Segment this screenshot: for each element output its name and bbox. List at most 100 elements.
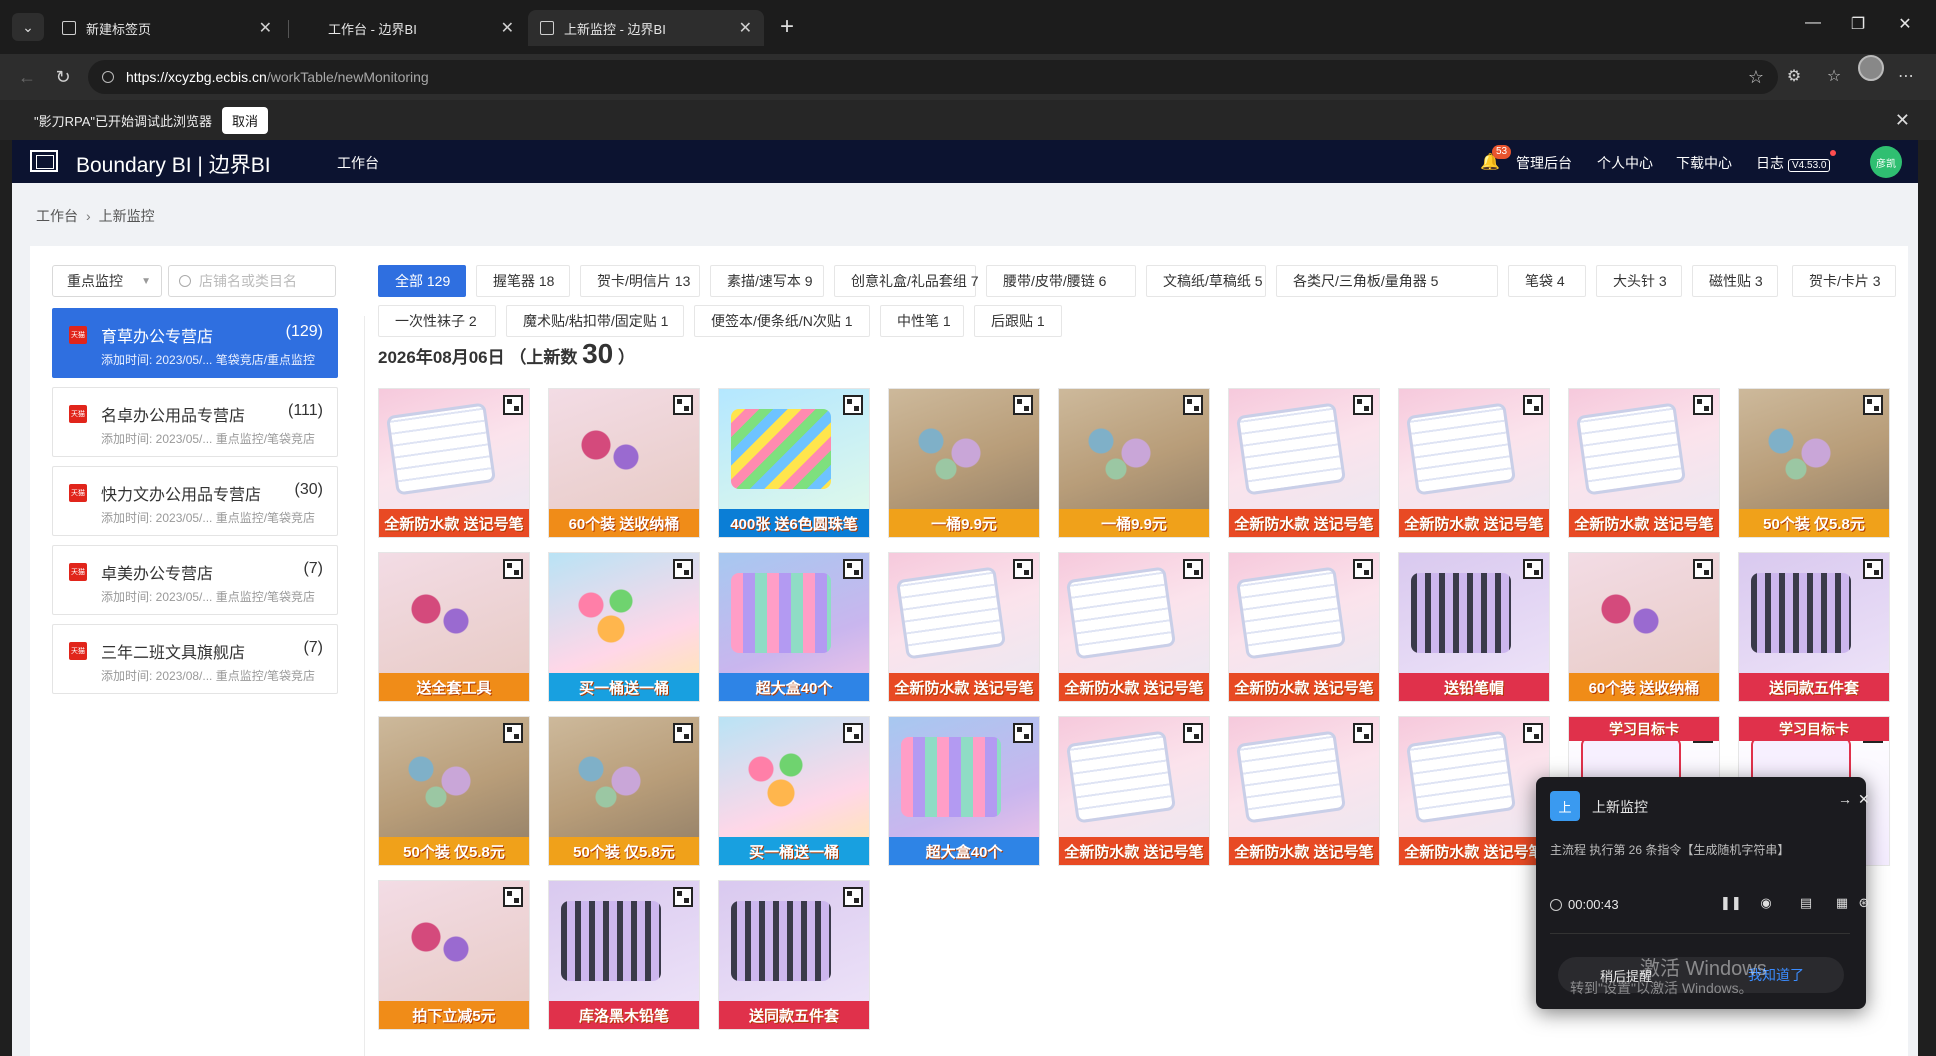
nav-download-center[interactable]: 下载中心 bbox=[1676, 153, 1732, 173]
qr-code-icon[interactable] bbox=[843, 723, 863, 743]
infobar-cancel-button[interactable]: 取消 bbox=[222, 106, 269, 134]
product-card[interactable]: 全新防水款 送记号笔 bbox=[1058, 716, 1210, 866]
category-filter[interactable]: 创意礼盒/礼品套组 7 bbox=[834, 265, 979, 297]
category-filter[interactable]: 文稿纸/草稿纸 5 bbox=[1146, 265, 1266, 297]
bookmark-star-icon[interactable]: ☆ bbox=[1748, 67, 1764, 88]
product-card[interactable]: 全新防水款 送记号笔 bbox=[1228, 388, 1380, 538]
more-menu-icon[interactable]: ⋯ bbox=[1894, 66, 1918, 86]
product-card[interactable]: 全新防水款 送记号笔 bbox=[1058, 552, 1210, 702]
product-card[interactable]: 全新防水款 送记号笔 bbox=[1228, 552, 1380, 702]
qr-code-icon[interactable] bbox=[843, 559, 863, 579]
qr-code-icon[interactable] bbox=[673, 559, 693, 579]
infobar-close-icon[interactable]: ✕ bbox=[1895, 110, 1910, 131]
product-card[interactable]: 400张 送6色圆珠笔 bbox=[718, 388, 870, 538]
qr-code-icon[interactable] bbox=[503, 559, 523, 579]
remind-later-button[interactable]: 稍后提醒 bbox=[1600, 966, 1652, 985]
settings-icon[interactable]: ⊛ bbox=[1854, 895, 1874, 911]
product-card[interactable]: 一桶9.9元 bbox=[888, 388, 1040, 538]
product-card[interactable]: 买一桶送一桶 bbox=[718, 716, 870, 866]
product-card[interactable]: 超大盒40个 bbox=[888, 716, 1040, 866]
qr-code-icon[interactable] bbox=[1183, 723, 1203, 743]
store-search-box[interactable] bbox=[168, 265, 336, 297]
qr-code-icon[interactable] bbox=[1183, 559, 1203, 579]
qr-code-icon[interactable] bbox=[673, 723, 693, 743]
nav-log[interactable]: 日志 V4.53.0 bbox=[1756, 153, 1831, 173]
reload-icon[interactable]: ↻ bbox=[50, 64, 76, 90]
site-info-icon[interactable] bbox=[102, 71, 114, 83]
qr-code-icon[interactable] bbox=[673, 395, 693, 415]
qr-code-icon[interactable] bbox=[1353, 723, 1373, 743]
category-filter[interactable]: 后跟贴 1 bbox=[974, 305, 1062, 337]
store-item[interactable]: 天猫 名卓办公用品专营店 (111) 添加时间: 2023/05/... 重点监控/笔… bbox=[52, 387, 338, 457]
qr-code-icon[interactable] bbox=[843, 395, 863, 415]
qr-code-icon[interactable] bbox=[503, 887, 523, 907]
nav-personal-center[interactable]: 个人中心 bbox=[1597, 153, 1653, 173]
product-card[interactable]: 全新防水款 送记号笔 bbox=[1398, 716, 1550, 866]
qr-code-icon[interactable] bbox=[1013, 559, 1033, 579]
tab-new-monitoring[interactable]: 上新监控 - 边界BI ✕ bbox=[528, 10, 764, 46]
nav-admin[interactable]: 管理后台 bbox=[1516, 153, 1572, 173]
category-filter[interactable]: 大头针 3 bbox=[1596, 265, 1682, 297]
close-icon[interactable]: ✕ bbox=[739, 18, 752, 38]
qr-code-icon[interactable] bbox=[1353, 559, 1373, 579]
arrow-right-icon[interactable]: → bbox=[1838, 791, 1852, 807]
qr-code-icon[interactable] bbox=[1013, 723, 1033, 743]
minimize-icon[interactable]: — bbox=[1798, 14, 1828, 32]
qr-code-icon[interactable] bbox=[1523, 723, 1543, 743]
product-card[interactable]: 全新防水款 送记号笔 bbox=[888, 552, 1040, 702]
favorites-icon[interactable]: ☆ bbox=[1822, 66, 1846, 86]
product-card[interactable]: 50个装 仅5.8元 bbox=[548, 716, 700, 866]
user-avatar[interactable]: 彦凯 bbox=[1870, 146, 1902, 178]
nav-workbench[interactable]: 工作台 bbox=[337, 153, 379, 173]
product-card[interactable]: 全新防水款 送记号笔 bbox=[378, 388, 530, 538]
close-icon[interactable]: ✕ bbox=[1858, 791, 1870, 808]
address-bar[interactable]: https://xcyzbg.ecbis.cn/workTable/newMon… bbox=[88, 60, 1778, 94]
qr-code-icon[interactable] bbox=[843, 887, 863, 907]
product-card[interactable]: 送全套工具 bbox=[378, 552, 530, 702]
store-item[interactable]: 天猫 快力文办公用品专营店 (30) 添加时间: 2023/05/... 重点监控/笔… bbox=[52, 466, 338, 536]
qr-code-icon[interactable] bbox=[1863, 395, 1883, 415]
store-item[interactable]: 天猫 卓美办公专营店 (7) 添加时间: 2023/05/... 重点监控/笔袋竞店 bbox=[52, 545, 338, 615]
extensions-icon[interactable]: ⚙ bbox=[1782, 66, 1806, 86]
product-card[interactable]: 全新防水款 送记号笔 bbox=[1398, 388, 1550, 538]
category-filter[interactable]: 贺卡/卡片 3 bbox=[1792, 265, 1896, 297]
got-it-button[interactable]: 我知道了 bbox=[1748, 965, 1804, 985]
category-filter[interactable]: 握笔器 18 bbox=[476, 265, 570, 297]
category-filter[interactable]: 笔袋 4 bbox=[1508, 265, 1586, 297]
product-card[interactable]: 一桶9.9元 bbox=[1058, 388, 1210, 538]
qr-code-icon[interactable] bbox=[1693, 559, 1713, 579]
product-card[interactable]: 送同款五件套 bbox=[1738, 552, 1890, 702]
qr-code-icon[interactable] bbox=[1183, 395, 1203, 415]
qr-code-icon[interactable] bbox=[1523, 395, 1543, 415]
pause-icon[interactable]: ❚❚ bbox=[1720, 895, 1742, 911]
category-filter[interactable]: 便签本/便条纸/N次贴 1 bbox=[694, 305, 870, 337]
product-card[interactable]: 库洛黑木铅笔 bbox=[548, 880, 700, 1030]
category-filter[interactable]: 一次性袜子 2 bbox=[378, 305, 496, 337]
qr-code-icon[interactable] bbox=[1863, 559, 1883, 579]
category-filter[interactable]: 贺卡/明信片 13 bbox=[580, 265, 700, 297]
store-item[interactable]: 天猫 三年二班文具旗舰店 (7) 添加时间: 2023/08/... 重点监控/笔袋竞… bbox=[52, 624, 338, 694]
table-icon[interactable]: ▦ bbox=[1832, 895, 1852, 911]
product-card[interactable]: 超大盒40个 bbox=[718, 552, 870, 702]
browser-profile-avatar[interactable] bbox=[1858, 55, 1884, 81]
qr-code-icon[interactable] bbox=[1353, 395, 1373, 415]
qr-code-icon[interactable] bbox=[1013, 395, 1033, 415]
back-arrow-icon[interactable]: ← bbox=[14, 64, 40, 90]
qr-code-icon[interactable] bbox=[503, 395, 523, 415]
product-card[interactable]: 50个装 仅5.8元 bbox=[1738, 388, 1890, 538]
window-close-icon[interactable]: ✕ bbox=[1890, 14, 1920, 34]
category-filter[interactable]: 腰带/皮带/腰链 6 bbox=[986, 265, 1136, 297]
tab-actions-chevron-icon[interactable]: ⌄ bbox=[12, 13, 44, 41]
product-card[interactable]: 买一桶送一桶 bbox=[548, 552, 700, 702]
category-filter[interactable]: 中性笔 1 bbox=[880, 305, 964, 337]
qr-code-icon[interactable] bbox=[1693, 395, 1713, 415]
stop-icon[interactable]: ◉ bbox=[1756, 895, 1776, 911]
store-search-input[interactable] bbox=[199, 273, 329, 289]
product-card[interactable]: 60个装 送收纳桶 bbox=[1568, 552, 1720, 702]
brand-name[interactable]: Boundary BI | 边界BI bbox=[76, 149, 271, 179]
category-filter[interactable]: 全部 129 bbox=[378, 265, 466, 297]
category-filter[interactable]: 素描/速写本 9 bbox=[710, 265, 824, 297]
product-card[interactable]: 全新防水款 送记号笔 bbox=[1568, 388, 1720, 538]
qr-code-icon[interactable] bbox=[503, 723, 523, 743]
category-filter[interactable]: 魔术贴/粘扣带/固定贴 1 bbox=[506, 305, 684, 337]
